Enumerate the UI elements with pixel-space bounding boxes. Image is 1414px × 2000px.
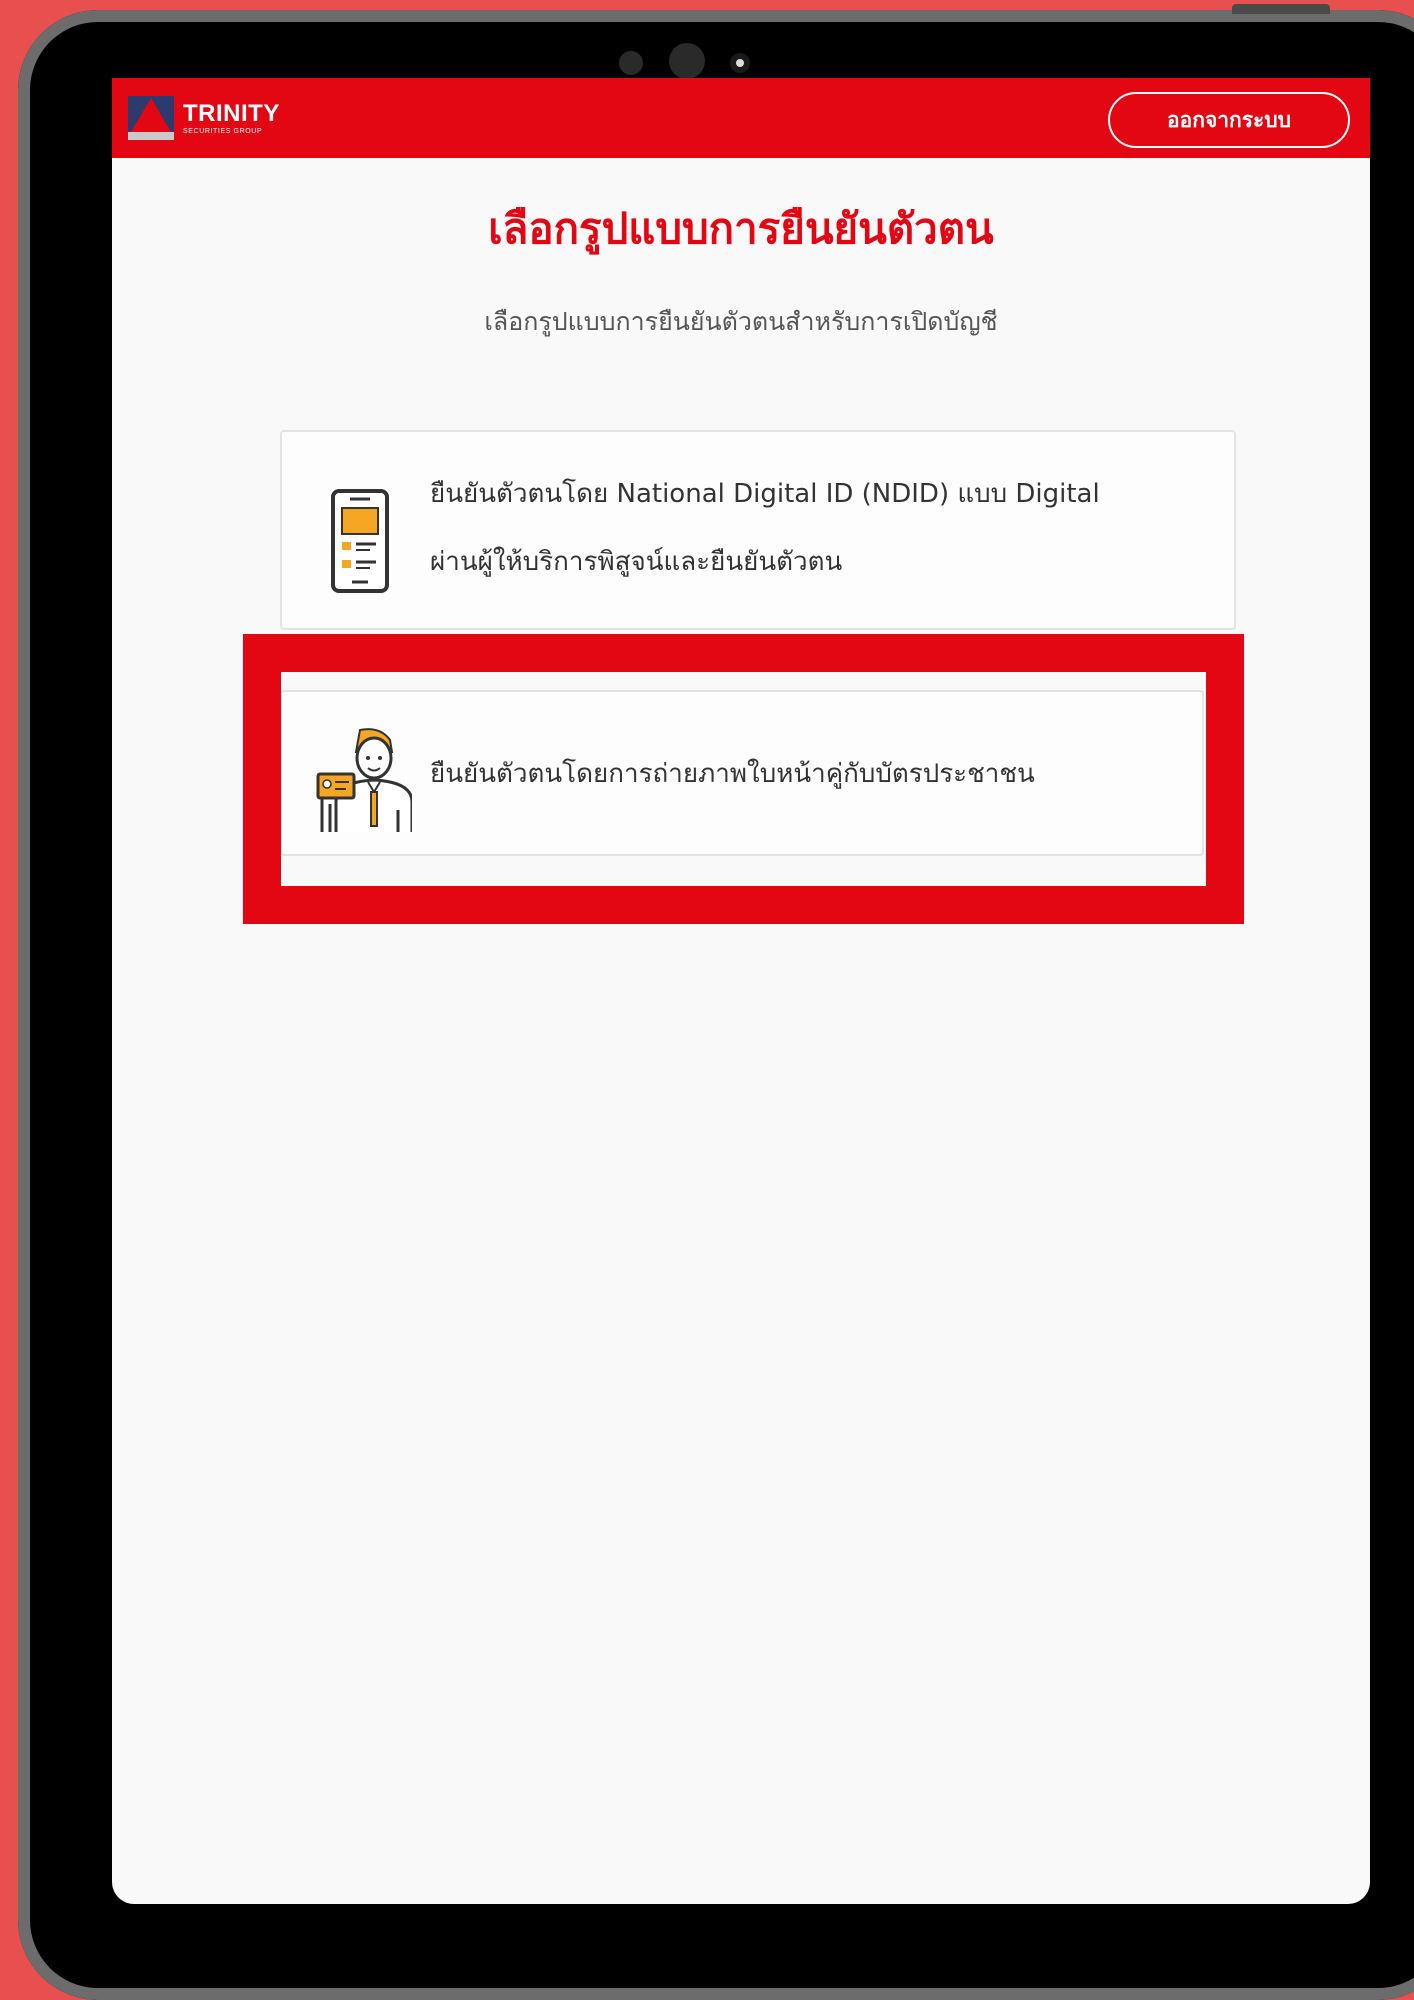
person-with-id-card-icon: [316, 728, 414, 836]
logo-name: TRINITY: [183, 99, 280, 127]
page-title: เลือกรูปแบบการยืนยันตัวตน: [488, 204, 994, 253]
ndid-verification-option[interactable]: ยืนยันตัวตนโดย National Digital ID (NDID…: [280, 430, 1236, 630]
smartphone-document-icon: [330, 488, 390, 598]
selfie-with-id-card-option[interactable]: ยืนยันตัวตนโดยการถ่ายภาพใบหน้าคู่กับบัตร…: [280, 690, 1204, 856]
page-subtitle: เลือกรูปแบบการยืนยันตัวตนสำหรับการเปิดบั…: [484, 307, 998, 336]
front-camera-icon: [730, 53, 750, 73]
trinity-logo: TRINITY SECURITIES GROUP: [128, 96, 280, 140]
sensor-icon: [619, 51, 643, 75]
selfie-option-label: ยืนยันตัวตนโดยการถ่ายภาพใบหน้าคู่กับบัตร…: [430, 759, 1035, 789]
tablet-device-frame: TRINITY SECURITIES GROUP ออกจากระบบ เลือ…: [18, 10, 1414, 2000]
ndid-option-line2: ผ่านผู้ให้บริการพิสูจน์และยืนยันตัวตน: [430, 547, 843, 577]
power-button: [1232, 4, 1330, 14]
logout-button[interactable]: ออกจากระบบ: [1108, 92, 1350, 148]
trinity-logo-mark-icon: [128, 96, 174, 140]
app-screen: TRINITY SECURITIES GROUP ออกจากระบบ เลือ…: [112, 78, 1370, 1904]
logo-tagline: SECURITIES GROUP: [183, 127, 263, 135]
app-header: TRINITY SECURITIES GROUP ออกจากระบบ: [112, 78, 1370, 158]
camera-icon: [669, 43, 705, 79]
ndid-option-line1: ยืนยันตัวตนโดย National Digital ID (NDID…: [430, 479, 1100, 509]
